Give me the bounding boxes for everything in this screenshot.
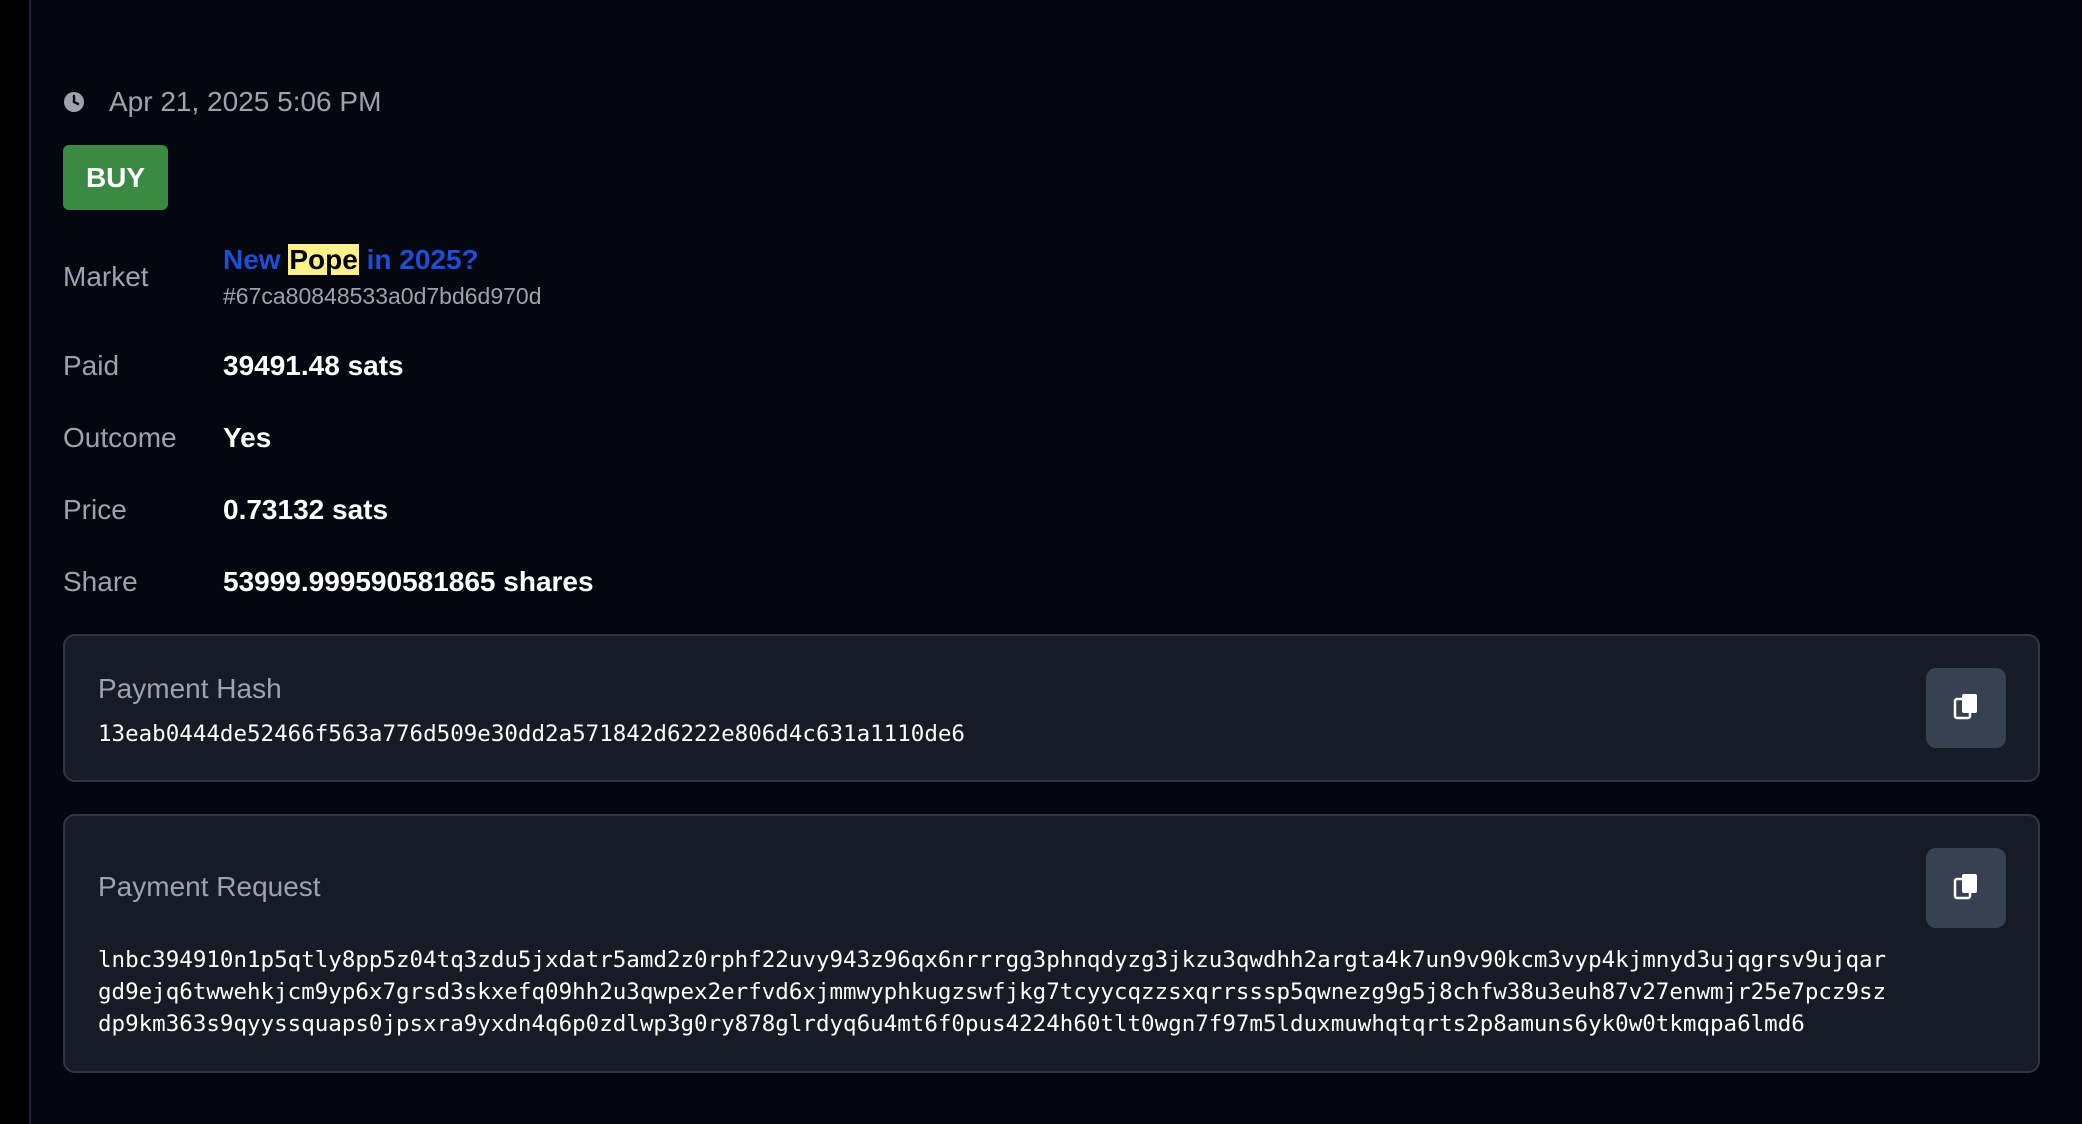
timestamp-row: Apr 21, 2025 5:06 PM: [63, 80, 381, 124]
market-id: #67ca80848533a0d7bd6d970d: [223, 283, 542, 309]
payment-request-label: Payment Request: [98, 871, 321, 902]
payment-hash-label: Payment Hash: [98, 673, 282, 704]
buy-badge: BUY: [63, 145, 168, 210]
price-label: Price: [63, 494, 127, 525]
market-label: Market: [63, 261, 149, 292]
payment-request-card: Payment Request lnbc394910n1p5qtly8pp5z0…: [63, 814, 2040, 1073]
market-title-prefix: New: [223, 244, 281, 275]
share-value: 53999.999590581865 shares: [223, 566, 594, 597]
trade-timestamp: Apr 21, 2025 5:06 PM: [109, 86, 382, 117]
price-value: 0.73132 sats: [223, 494, 389, 525]
payment-hash-value: 13eab0444de52466f563a776d509e30dd2a57184…: [98, 721, 965, 747]
share-label: Share: [63, 566, 138, 597]
copy-payment-request-button[interactable]: [1926, 848, 2006, 928]
payment-hash-card: Payment Hash 13eab0444de52466f563a776d50…: [63, 634, 2040, 782]
paid-label: Paid: [63, 350, 120, 381]
market-title-highlight: Pope: [288, 244, 359, 275]
paid-value: 39491.48 sats: [223, 350, 404, 381]
outcome-value: Yes: [223, 422, 272, 453]
outcome-label: Outcome: [63, 422, 177, 453]
payment-request-line-3: dp9km363s9qyyssquaps0jpsxra9yxdn4q6p0zdl…: [98, 1011, 1805, 1037]
payment-request-line-2: gd9ejq6twwehkjcm9yp6x7grsd3skxefq09hh2u3…: [98, 979, 1887, 1005]
market-title-suffix: in 2025?: [366, 244, 479, 275]
copy-payment-hash-button[interactable]: [1926, 668, 2006, 748]
copy-icon: [1953, 872, 1979, 905]
clock-icon: [63, 91, 85, 113]
payment-request-line-1: lnbc394910n1p5qtly8pp5z04tq3zdu5jxdatr5a…: [98, 947, 1887, 973]
copy-icon: [1953, 692, 1979, 725]
market-link[interactable]: New Pope in 2025?: [223, 244, 479, 276]
